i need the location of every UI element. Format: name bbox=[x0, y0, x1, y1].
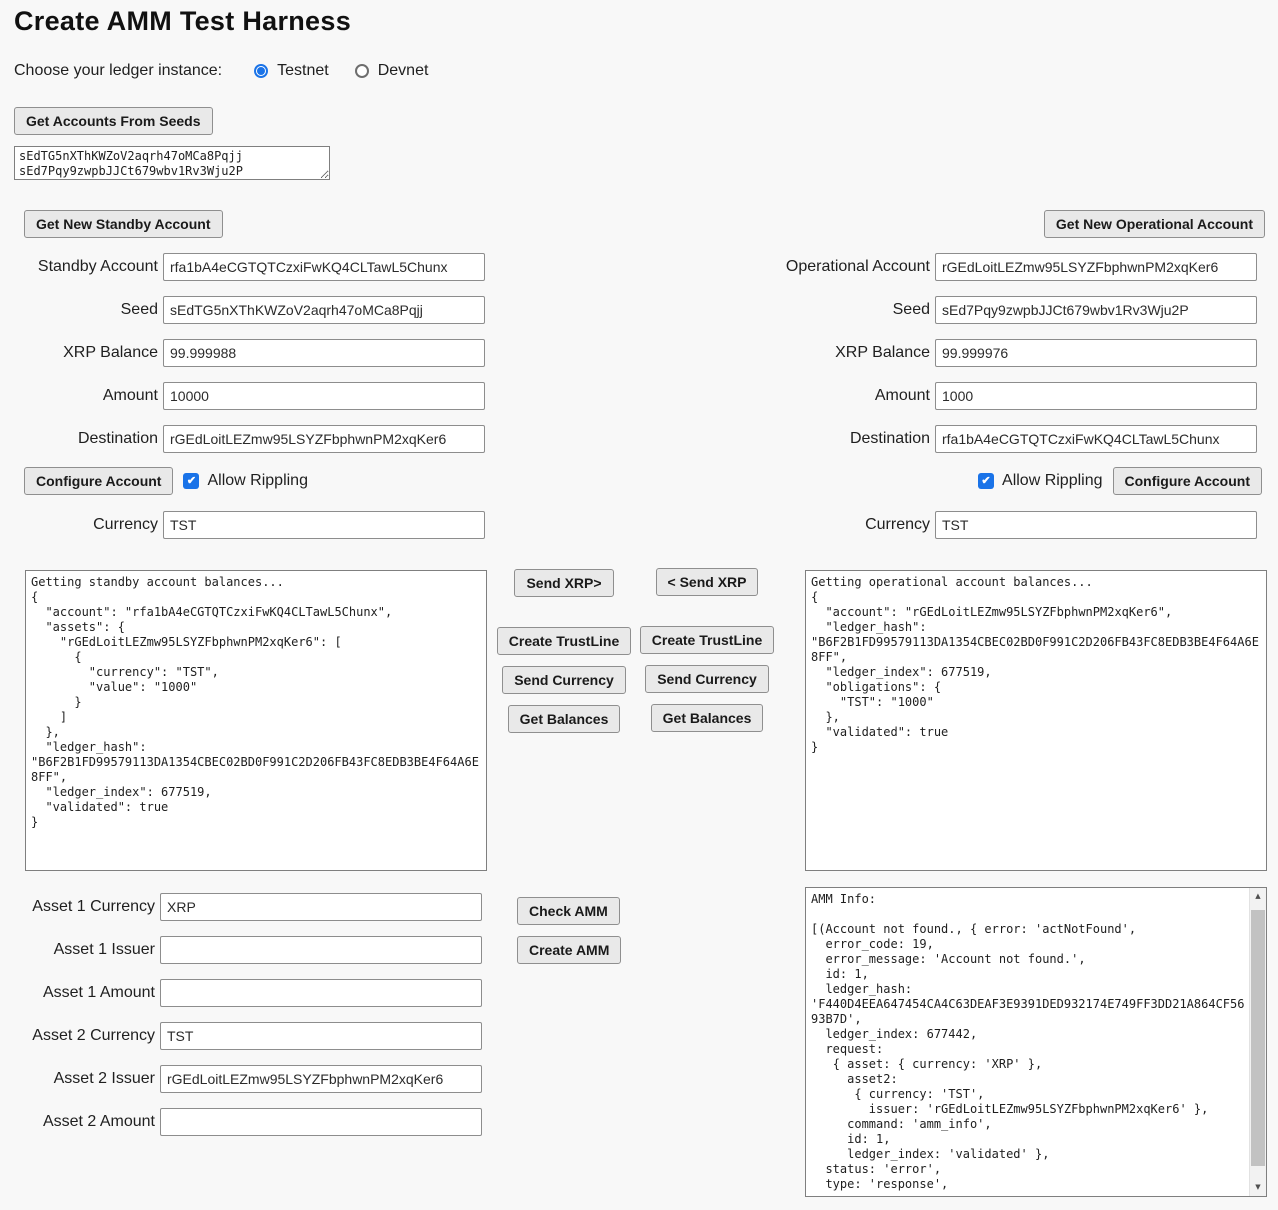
asset1-issuer-label: Asset 1 Issuer bbox=[0, 941, 160, 959]
asset2-currency-row: Asset 2 Currency bbox=[0, 1022, 482, 1050]
check-amm-button[interactable]: Check AMM bbox=[517, 897, 620, 925]
radio-devnet-icon[interactable] bbox=[355, 64, 369, 78]
standby-amount-label: Amount bbox=[0, 387, 163, 405]
standby-account-row: Standby Account bbox=[0, 253, 485, 281]
operational-account-label: Operational Account bbox=[700, 258, 935, 276]
standby-destination-label: Destination bbox=[0, 430, 163, 448]
asset1-issuer-input[interactable] bbox=[160, 936, 482, 964]
asset1-currency-row: Asset 1 Currency bbox=[0, 893, 482, 921]
operational-results-textarea[interactable]: Getting operational account balances... … bbox=[805, 570, 1267, 871]
standby-seed-input[interactable] bbox=[163, 296, 485, 324]
seeds-textarea[interactable]: sEdTG5nXThKWZoV2aqrh47oMCa8Pqjj sEd7Pqy9… bbox=[14, 146, 330, 180]
operational-xrp-balance-label: XRP Balance bbox=[700, 344, 935, 362]
standby-send-currency-button[interactable]: Send Currency bbox=[502, 666, 626, 694]
asset1-currency-label: Asset 1 Currency bbox=[0, 898, 160, 916]
standby-seed-label: Seed bbox=[0, 301, 163, 319]
asset2-amount-row: Asset 2 Amount bbox=[0, 1108, 482, 1136]
standby-currency-label: Currency bbox=[0, 516, 163, 534]
standby-amount-row: Amount bbox=[0, 382, 485, 410]
page-title: Create AMM Test Harness bbox=[14, 6, 351, 37]
standby-account-label: Standby Account bbox=[0, 258, 163, 276]
operational-destination-row: Destination bbox=[700, 425, 1257, 453]
operational-send-currency-button[interactable]: Send Currency bbox=[645, 665, 769, 693]
asset2-currency-input[interactable] bbox=[160, 1022, 482, 1050]
radio-devnet-label: Devnet bbox=[378, 62, 429, 80]
get-new-operational-account-button[interactable]: Get New Operational Account bbox=[1044, 210, 1265, 238]
operational-configure-row: ✔ Allow Rippling Configure Account bbox=[978, 467, 1262, 495]
amm-info-scrollbar[interactable]: ▲ ▼ bbox=[1249, 888, 1266, 1196]
operational-send-xrp-button[interactable]: < Send XRP bbox=[656, 568, 759, 596]
asset2-issuer-row: Asset 2 Issuer bbox=[0, 1065, 482, 1093]
operational-actions-stack: < Send XRP Create TrustLine Send Currenc… bbox=[644, 568, 770, 743]
standby-get-balances-button[interactable]: Get Balances bbox=[508, 705, 621, 733]
standby-seed-row: Seed bbox=[0, 296, 485, 324]
operational-xrp-balance-row: XRP Balance bbox=[700, 339, 1257, 367]
get-accounts-from-seeds-button[interactable]: Get Accounts From Seeds bbox=[14, 107, 213, 135]
standby-amount-input[interactable] bbox=[163, 382, 485, 410]
operational-currency-label: Currency bbox=[700, 516, 935, 534]
operational-currency-row: Currency bbox=[700, 511, 1257, 539]
operational-seed-row: Seed bbox=[700, 296, 1257, 324]
operational-allow-rippling-label: Allow Rippling bbox=[1002, 472, 1103, 490]
standby-configure-row: Configure Account ✔ Allow Rippling bbox=[24, 467, 316, 495]
asset2-amount-label: Asset 2 Amount bbox=[0, 1113, 160, 1131]
standby-results-textarea[interactable]: Getting standby account balances... { "a… bbox=[25, 570, 487, 871]
operational-destination-input[interactable] bbox=[935, 425, 1257, 453]
asset1-currency-input[interactable] bbox=[160, 893, 482, 921]
operational-account-input[interactable] bbox=[935, 253, 1257, 281]
amm-test-harness-page: Create AMM Test Harness Choose your ledg… bbox=[0, 0, 1278, 1210]
standby-destination-row: Destination bbox=[0, 425, 485, 453]
ledger-instance-row: Choose your ledger instance: Testnet Dev… bbox=[14, 62, 454, 80]
standby-allow-rippling-checkbox[interactable]: ✔ bbox=[183, 473, 199, 489]
radio-testnet-icon[interactable] bbox=[254, 64, 268, 78]
get-new-standby-account-button[interactable]: Get New Standby Account bbox=[24, 210, 223, 238]
operational-seed-label: Seed bbox=[700, 301, 935, 319]
asset2-issuer-input[interactable] bbox=[160, 1065, 482, 1093]
operational-get-balances-button[interactable]: Get Balances bbox=[651, 704, 764, 732]
scroll-up-arrow-icon[interactable]: ▲ bbox=[1250, 888, 1266, 905]
operational-seed-input[interactable] bbox=[935, 296, 1257, 324]
operational-amount-input[interactable] bbox=[935, 382, 1257, 410]
radio-option-testnet[interactable]: Testnet bbox=[254, 62, 329, 80]
standby-configure-account-button[interactable]: Configure Account bbox=[24, 467, 173, 495]
amm-info-panel: AMM Info: [(Account not found., { error:… bbox=[805, 887, 1267, 1197]
standby-xrp-balance-input[interactable] bbox=[163, 339, 485, 367]
standby-xrp-balance-label: XRP Balance bbox=[0, 344, 163, 362]
asset2-amount-input[interactable] bbox=[160, 1108, 482, 1136]
asset1-amount-input[interactable] bbox=[160, 979, 482, 1007]
radio-option-devnet[interactable]: Devnet bbox=[355, 62, 429, 80]
standby-currency-input[interactable] bbox=[163, 511, 485, 539]
standby-account-input[interactable] bbox=[163, 253, 485, 281]
standby-xrp-balance-row: XRP Balance bbox=[0, 339, 485, 367]
operational-allow-rippling-checkbox[interactable]: ✔ bbox=[978, 473, 994, 489]
operational-destination-label: Destination bbox=[700, 430, 935, 448]
radio-testnet-label: Testnet bbox=[277, 62, 329, 80]
operational-amount-label: Amount bbox=[700, 387, 935, 405]
operational-currency-input[interactable] bbox=[935, 511, 1257, 539]
standby-currency-row: Currency bbox=[0, 511, 485, 539]
asset2-currency-label: Asset 2 Currency bbox=[0, 1027, 160, 1045]
asset1-amount-label: Asset 1 Amount bbox=[0, 984, 160, 1002]
create-amm-button[interactable]: Create AMM bbox=[517, 936, 621, 964]
standby-destination-input[interactable] bbox=[163, 425, 485, 453]
operational-create-trustline-button[interactable]: Create TrustLine bbox=[640, 626, 774, 654]
operational-account-row: Operational Account bbox=[700, 253, 1257, 281]
ledger-instance-label: Choose your ledger instance: bbox=[14, 62, 222, 80]
operational-amount-row: Amount bbox=[700, 382, 1257, 410]
operational-configure-account-button[interactable]: Configure Account bbox=[1113, 467, 1262, 495]
standby-actions-stack: Send XRP> Create TrustLine Send Currency… bbox=[501, 569, 627, 744]
asset2-issuer-label: Asset 2 Issuer bbox=[0, 1070, 160, 1088]
operational-xrp-balance-input[interactable] bbox=[935, 339, 1257, 367]
standby-create-trustline-button[interactable]: Create TrustLine bbox=[497, 627, 631, 655]
asset1-issuer-row: Asset 1 Issuer bbox=[0, 936, 482, 964]
scroll-down-arrow-icon[interactable]: ▼ bbox=[1250, 1179, 1266, 1196]
scrollbar-thumb[interactable] bbox=[1251, 910, 1265, 1166]
asset1-amount-row: Asset 1 Amount bbox=[0, 979, 482, 1007]
standby-send-xrp-button[interactable]: Send XRP> bbox=[514, 569, 613, 597]
amm-info-text: AMM Info: [(Account not found., { error:… bbox=[806, 888, 1249, 1196]
standby-allow-rippling-label: Allow Rippling bbox=[207, 472, 308, 490]
